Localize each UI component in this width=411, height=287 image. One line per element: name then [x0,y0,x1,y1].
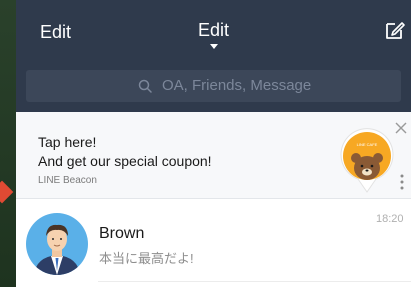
chat-list: Tap here! And get our special coupon! LI… [16,112,411,287]
divider [98,281,411,282]
search-icon [138,79,152,93]
search-input[interactable]: OA, Friends, Message [162,77,311,94]
phone-screen: Edit Edit OA, Friends, Message Tap here!… [16,0,411,287]
line-cafe-logo-icon: LINE CAFE [340,128,394,193]
avatar [26,213,88,275]
compose-icon[interactable] [384,19,406,41]
app-header: Edit Edit OA, Friends, Message [16,0,411,112]
beacon-source-label: LINE Beacon [38,175,97,186]
chevron-down-icon[interactable] [210,44,218,49]
beacon-banner[interactable]: Tap here! And get our special coupon! LI… [16,112,411,199]
edit-menu-title[interactable]: Edit [16,20,411,41]
beacon-subline: And get our special coupon! [38,153,212,169]
beacon-headline: Tap here! [38,134,97,150]
chat-name: Brown [99,225,145,242]
logo-lettering: LINE CAFE [357,142,378,147]
chat-timestamp: 18:20 [376,213,404,225]
close-icon[interactable] [395,122,407,134]
backdrop [0,0,16,287]
more-vertical-icon[interactable] [400,174,404,190]
chat-row-brown[interactable]: Brown 本当に最高だよ! 18:20 [16,199,411,287]
search-bar[interactable]: OA, Friends, Message [26,70,401,102]
chat-preview: 本当に最高だよ! [99,251,194,266]
